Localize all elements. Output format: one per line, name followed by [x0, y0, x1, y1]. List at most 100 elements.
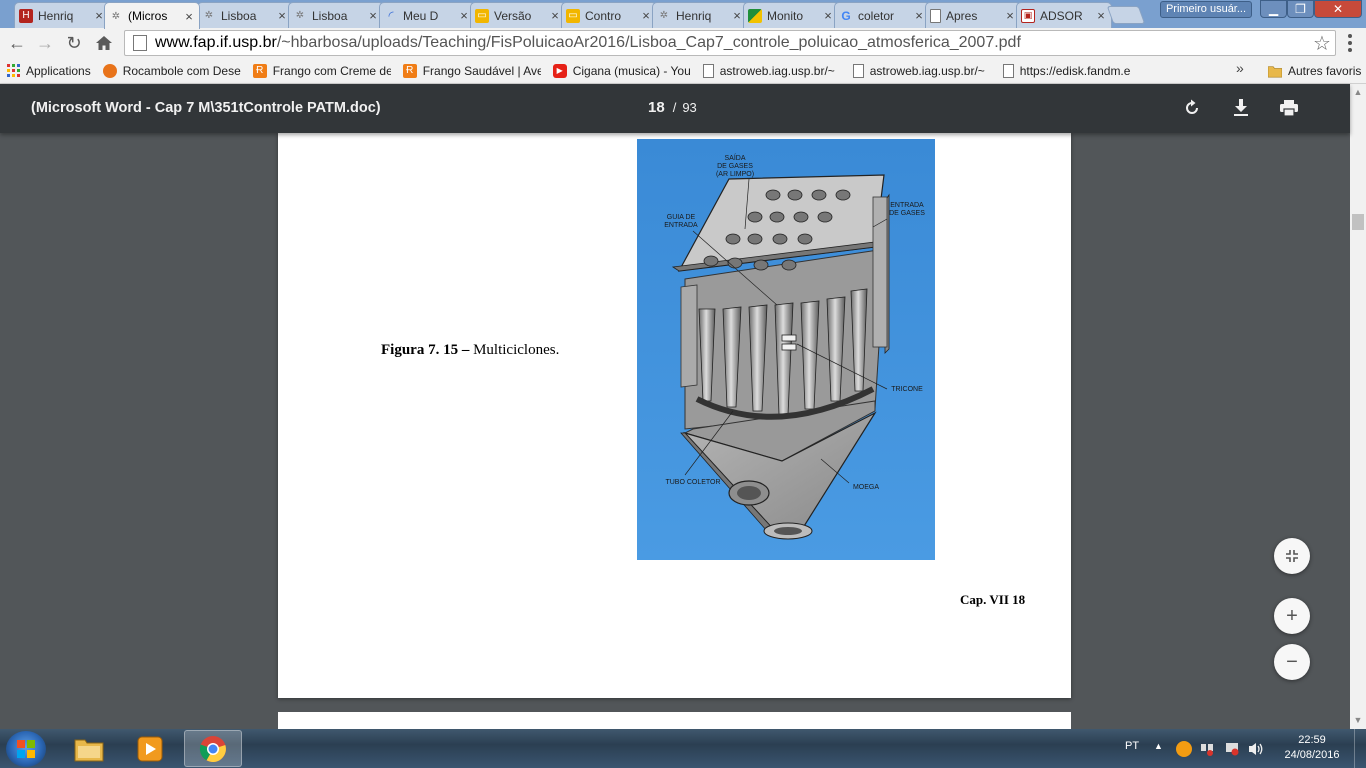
red-brand-icon: H — [19, 8, 33, 23]
system-clock[interactable]: 22:59 24/08/2016 — [1276, 733, 1348, 763]
recipe-icon: Ɍ — [252, 63, 267, 78]
address-bar[interactable]: www.fap.if.usp.br/~hbarbosa/uploads/Teac… — [124, 30, 1336, 56]
tab-meu-d[interactable]: ◜ Meu D × — [379, 2, 475, 28]
bookmark-astroweb-2[interactable]: astroweb.iag.usp.br/~ — [847, 60, 997, 82]
loading-spinner-icon: ◜ — [388, 7, 394, 23]
current-page[interactable]: 18 — [648, 99, 665, 116]
zoom-in-button[interactable]: + — [1274, 598, 1310, 634]
bookmark-edisk[interactable]: https://edisk.fandm.ec — [997, 60, 1137, 82]
close-icon[interactable]: × — [183, 9, 195, 24]
windows-logo-icon — [17, 740, 35, 758]
bookmark-label: https://edisk.fandm.ec — [1019, 63, 1131, 78]
rotate-button[interactable] — [1181, 97, 1203, 119]
label-guia-2: ENTRADA — [664, 222, 698, 229]
tray-app-icon[interactable] — [1176, 741, 1192, 757]
url-text[interactable]: www.fap.if.usp.br/~hbarbosa/uploads/Teac… — [155, 34, 1309, 52]
bookmark-label: astroweb.iag.usp.br/~ — [719, 63, 835, 78]
bookmark-applications[interactable]: Applications — [0, 60, 97, 82]
maximize-button[interactable]: ❐ — [1287, 0, 1314, 18]
tab-monito[interactable]: Monito × — [743, 2, 839, 28]
label-tubo-coletor: TUBO COLETOR — [665, 479, 720, 486]
page-footer: Cap. VII 18 — [960, 592, 1026, 607]
close-icon[interactable]: × — [822, 8, 834, 23]
bookmark-label: Rocambole com Dese — [122, 63, 241, 78]
zoom-out-button[interactable]: − — [1274, 644, 1310, 680]
bookmark-star-icon[interactable]: ☆ — [1309, 31, 1335, 56]
tab-versao[interactable]: ▭ Versão × — [470, 2, 566, 28]
pdf-title: (Microsoft Word - Cap 7 M\351tControle P… — [31, 100, 381, 116]
new-tab-button[interactable] — [1106, 6, 1146, 24]
close-icon[interactable]: × — [367, 8, 379, 23]
action-center-flag-icon[interactable] — [1224, 741, 1240, 757]
language-indicator[interactable]: PT — [1125, 740, 1139, 752]
close-icon[interactable]: × — [640, 8, 652, 23]
download-icon — [1234, 99, 1248, 116]
tab-label: Apres — [946, 8, 978, 23]
bookmark-label: Autres favoris — [1288, 64, 1362, 78]
folder-icon — [1268, 64, 1282, 78]
tab-henriq-2[interactable]: ✲ Henriq × — [652, 2, 748, 28]
tab-apres[interactable]: Apres × — [925, 2, 1021, 28]
bookmark-rocambole[interactable]: Rocambole com Dese — [97, 60, 247, 82]
tab-lisboa-2[interactable]: ✲ Lisboa × — [288, 2, 384, 28]
chrome-menu-button[interactable] — [1340, 32, 1360, 54]
minimize-icon: ▁ — [1268, 2, 1279, 16]
back-button[interactable]: ← — [6, 32, 28, 54]
bookmark-astroweb-1[interactable]: astroweb.iag.usp.br/~ — [697, 60, 847, 82]
close-window-button[interactable]: ✕ — [1314, 0, 1362, 18]
close-icon[interactable]: × — [1004, 8, 1016, 23]
tab-contro[interactable]: ▭ Contro × — [561, 2, 657, 28]
scroll-up-arrow-icon[interactable]: ▲ — [1350, 84, 1366, 100]
close-icon[interactable]: × — [549, 8, 561, 23]
home-button[interactable] — [93, 32, 115, 54]
close-icon[interactable]: × — [731, 8, 743, 23]
pdf-page: Figura 7. 15 – Multiciclones. SAÍDA DE G… — [278, 133, 1071, 698]
clock-date: 24/08/2016 — [1284, 749, 1340, 761]
tab-label: Versão — [494, 8, 532, 23]
network-globe-icon: ✲ — [204, 10, 214, 21]
close-icon[interactable]: × — [913, 8, 925, 23]
tab-label: Henriq — [676, 8, 712, 23]
scrollbar-thumb[interactable] — [1352, 214, 1364, 230]
scroll-down-arrow-icon[interactable]: ▼ — [1350, 712, 1366, 728]
taskbar-file-explorer[interactable] — [60, 730, 118, 767]
bookmark-frango-creme[interactable]: Ɍ Frango com Creme de — [247, 60, 397, 82]
label-saida-3: (AR LIMPO) — [716, 171, 754, 178]
close-icon[interactable]: × — [1095, 8, 1107, 23]
taskbar-chrome[interactable] — [184, 730, 242, 767]
bookmark-frango-saudavel[interactable]: Ɍ Frango Saudável | Ave — [397, 60, 547, 82]
vertical-scrollbar[interactable] — [1350, 84, 1366, 729]
close-icon[interactable]: × — [458, 8, 470, 23]
chrome-icon — [199, 735, 226, 762]
volume-icon[interactable] — [1248, 741, 1264, 757]
network-globe-icon: ✲ — [295, 10, 305, 21]
show-desktop-button[interactable] — [1354, 729, 1366, 768]
show-hidden-icons-icon[interactable]: ▲ — [1154, 741, 1163, 751]
flag-icon — [748, 8, 762, 23]
tab-pdf-active[interactable]: ✲ (Micros × — [104, 2, 200, 29]
taskbar-media-player[interactable] — [121, 730, 179, 767]
minimize-button[interactable]: ▁ — [1260, 0, 1287, 18]
tab-label: Meu D — [403, 8, 439, 23]
tab-coletor[interactable]: G coletor × — [834, 2, 930, 28]
network-icon[interactable] — [1199, 741, 1215, 757]
orange-circle-icon — [102, 63, 117, 78]
bookmarks-overflow-button[interactable]: » — [1236, 60, 1244, 76]
download-button[interactable] — [1230, 97, 1252, 119]
label-tricone: TRICONE — [891, 386, 923, 393]
tab-henriq-1[interactable]: H Henriq × — [14, 2, 110, 28]
reload-button[interactable]: ↻ — [63, 32, 85, 54]
profile-button[interactable]: Primeiro usuár... — [1160, 1, 1252, 18]
print-button[interactable] — [1278, 97, 1300, 119]
arrow-right-icon: → — [36, 32, 54, 53]
tab-label: (Micros — [128, 9, 168, 23]
collector-tube — [728, 480, 770, 506]
fit-page-button[interactable] — [1274, 538, 1310, 574]
tab-lisboa-1[interactable]: ✲ Lisboa × — [197, 2, 293, 28]
start-button[interactable] — [6, 731, 46, 767]
other-bookmarks-folder[interactable]: Autres favoris — [1262, 60, 1366, 82]
tab-adsor[interactable]: ▣ ADSOR × — [1016, 2, 1112, 28]
close-icon[interactable]: × — [276, 8, 288, 23]
bookmark-cigana[interactable]: ▶ Cigana (musica) - You — [547, 60, 697, 82]
forward-button[interactable]: → — [34, 32, 56, 54]
